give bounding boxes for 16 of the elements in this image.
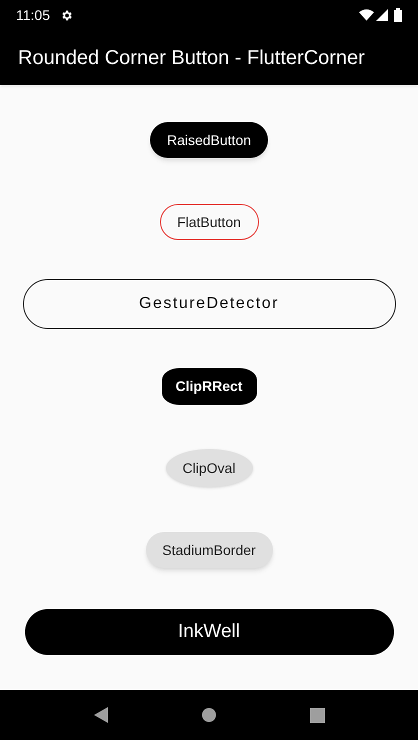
rounded-button[interactable]: StadiumBorder <box>146 532 272 568</box>
rounded-button[interactable]: RaisedButton <box>150 122 268 158</box>
rounded-button[interactable]: ClipOval <box>166 449 252 487</box>
rounded-button[interactable]: InkWell <box>24 609 394 655</box>
wifi-icon <box>359 9 374 21</box>
home-icon[interactable] <box>202 708 216 722</box>
gear-icon <box>60 8 73 22</box>
rounded-button[interactable]: GestureDetector <box>22 279 396 329</box>
signal-icon <box>376 9 388 21</box>
app-bar-title: Rounded Corner Button - FlutterCorner <box>18 46 365 70</box>
rounded-button[interactable]: FlatButton <box>160 204 258 240</box>
recents-icon[interactable] <box>310 708 324 722</box>
status-time: 11:05 <box>16 6 50 24</box>
battery-icon <box>394 8 402 22</box>
back-icon[interactable] <box>94 707 108 723</box>
rounded-button[interactable]: ClipRRect <box>162 368 256 404</box>
